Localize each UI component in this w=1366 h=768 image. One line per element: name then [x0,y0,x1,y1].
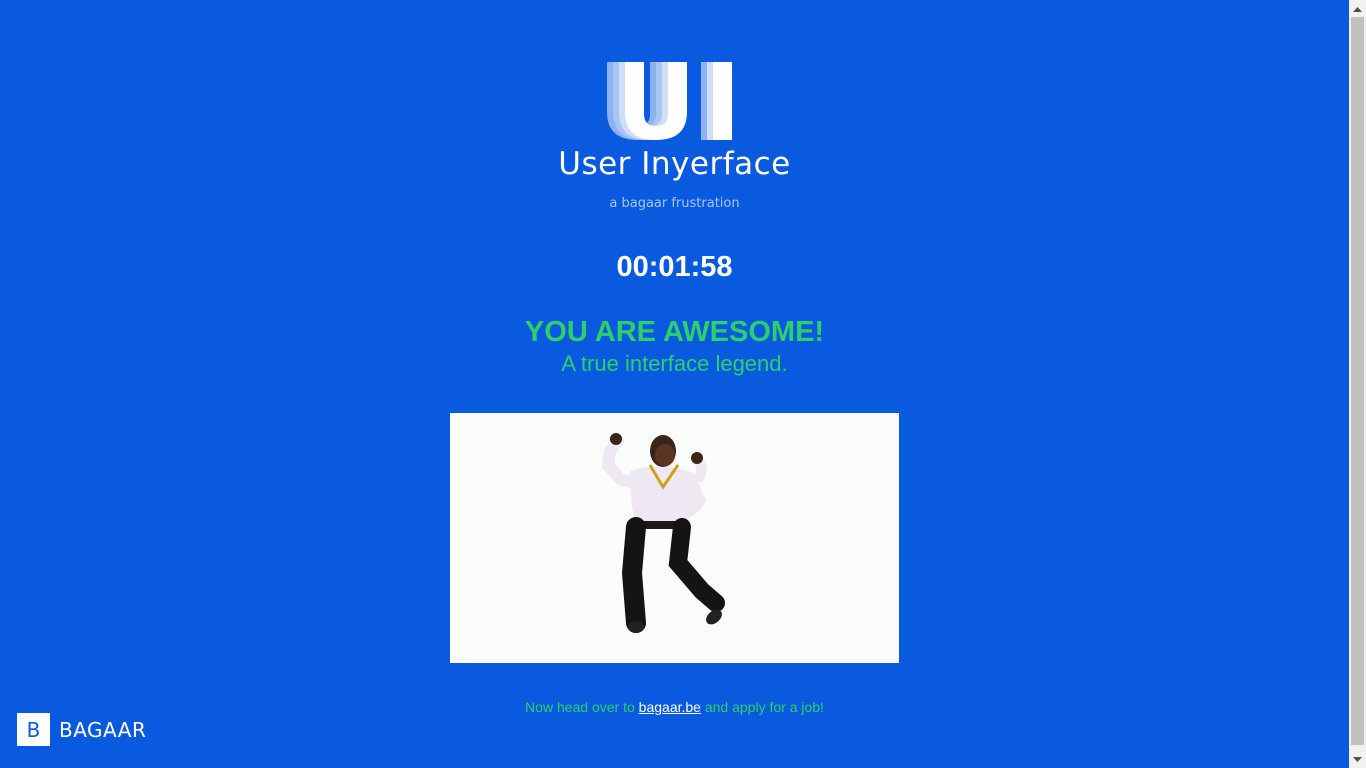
scrollbar-thumb[interactable] [1351,17,1364,745]
success-headline: YOU ARE AWESOME! [524,316,825,348]
bagaar-logo-mark: B [17,713,50,746]
timer: 00:01:58 [616,251,733,283]
footer-text-after: and apply for a job! [700,699,824,715]
scroll-up-arrow-icon[interactable] [1349,0,1366,17]
app-subtitle: a bagaar frustration [609,196,740,211]
dancing-man-image [601,433,725,633]
scroll-down-arrow-icon[interactable] [1349,751,1366,768]
app-title: User Inyerface [558,146,791,182]
footer-message: Now head over to bagaar.be and apply for… [0,699,1349,715]
bagaar-brand[interactable]: B BAGAAR [17,713,146,746]
vertical-scrollbar[interactable] [1349,0,1366,768]
bagaar-link[interactable]: bagaar.be [639,699,701,715]
celebration-animation [450,413,899,663]
ui-logo [607,62,732,140]
page: User Inyerface a bagaar frustration 00:0… [0,0,1349,768]
success-subheadline: A true interface legend. [561,351,788,376]
footer-text-before: Now head over to [525,699,639,715]
bagaar-logo-name: BAGAAR [59,717,147,742]
